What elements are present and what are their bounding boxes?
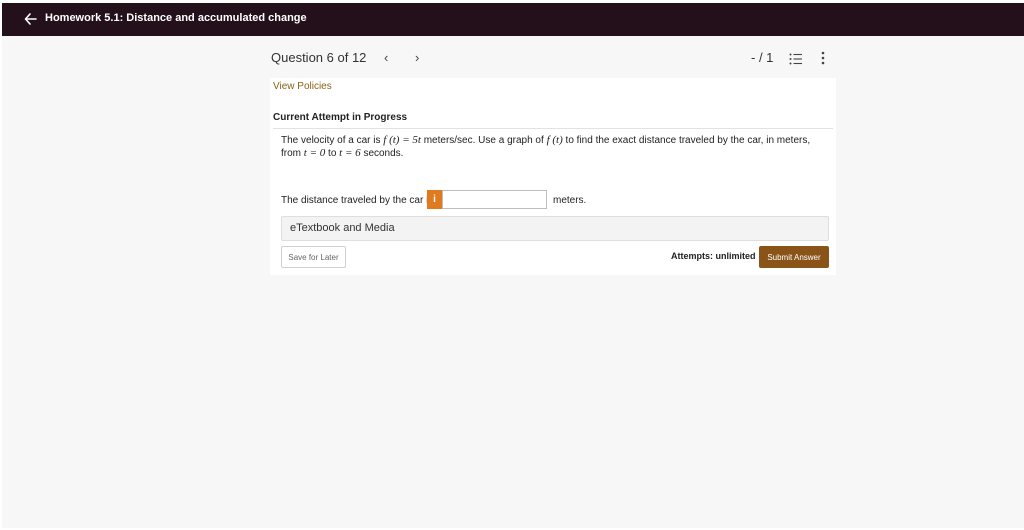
app-frame: Homework 5.1: Distance and accumulated c…	[2, 3, 1024, 528]
question-list-icon[interactable]	[789, 53, 803, 65]
view-policies-link[interactable]: View Policies	[273, 81, 332, 92]
math-expression: f (t)	[546, 134, 563, 146]
more-vertical-icon[interactable]	[820, 51, 826, 65]
save-for-later-button[interactable]: Save for Later	[281, 246, 346, 268]
chevron-right-icon[interactable]: ›	[415, 50, 419, 65]
answer-units: meters.	[553, 195, 587, 206]
question-text-part: to	[328, 148, 337, 159]
question-text-part: seconds.	[363, 148, 404, 159]
answer-prompt: The distance traveled by the car is	[281, 195, 434, 206]
info-icon[interactable]: i	[427, 190, 442, 209]
question-counter: Question 6 of 12	[271, 50, 367, 65]
etextbook-label: eTextbook and Media	[290, 222, 395, 234]
divider	[273, 128, 833, 129]
etextbook-media-bar[interactable]: eTextbook and Media	[281, 216, 829, 241]
question-card: View Policies Current Attempt in Progres…	[270, 78, 836, 275]
question-text-part: The velocity of a car is	[281, 135, 381, 146]
math-expression: t = 0	[303, 147, 326, 159]
submit-answer-button[interactable]: Submit Answer	[759, 246, 829, 268]
math-expression: f (t) = 5t	[383, 134, 421, 146]
question-text-part: meters/sec. Use a graph of	[423, 135, 544, 146]
assignment-title: Homework 5.1: Distance and accumulated c…	[45, 12, 307, 24]
attempts-label: Attempts: unlimited	[671, 251, 756, 261]
chevron-left-icon[interactable]: ‹	[384, 50, 388, 65]
math-expression: t = 6	[339, 147, 361, 159]
attempt-heading: Current Attempt in Progress	[273, 112, 408, 123]
arrow-left-icon[interactable]	[24, 11, 38, 27]
top-bar: Homework 5.1: Distance and accumulated c…	[2, 3, 1024, 36]
question-score: - / 1	[751, 50, 774, 65]
answer-input[interactable]	[442, 190, 547, 209]
question-text: The velocity of a car is f (t) = 5t mete…	[281, 134, 821, 160]
